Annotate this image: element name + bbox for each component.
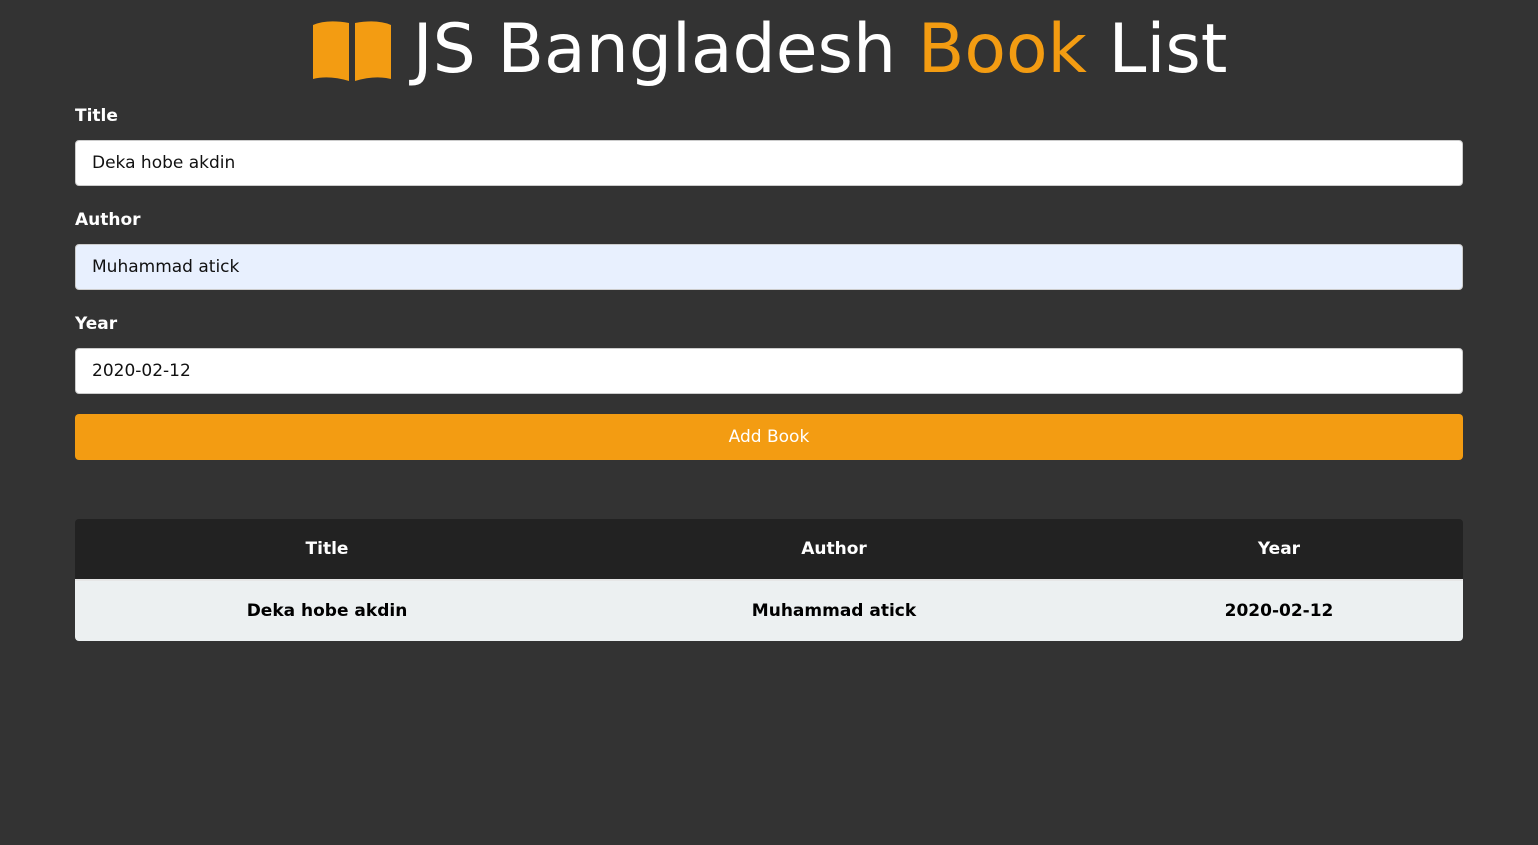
page-title: JS Bangladesh Book List: [413, 8, 1228, 92]
table-header-row: Title Author Year: [75, 519, 1463, 581]
author-input[interactable]: [75, 244, 1463, 290]
title-label: Title: [75, 106, 118, 126]
column-header-title: Title: [75, 519, 579, 581]
cell-year: 2020-02-12: [1089, 580, 1463, 641]
title-input[interactable]: [75, 140, 1463, 186]
table-row: Deka hobe akdin Muhammad atick 2020-02-1…: [75, 580, 1463, 641]
page-header: JS Bangladesh Book List: [0, 8, 1538, 92]
author-label: Author: [75, 210, 141, 230]
open-book-icon: [312, 21, 391, 81]
book-table-container: Title Author Year Deka hobe akdin Muhamm…: [75, 519, 1463, 641]
year-input[interactable]: [75, 348, 1463, 394]
book-table: Title Author Year Deka hobe akdin Muhamm…: [75, 519, 1463, 641]
column-header-author: Author: [579, 519, 1089, 581]
column-header-year: Year: [1089, 519, 1463, 581]
year-label: Year: [75, 314, 118, 334]
cell-title: Deka hobe akdin: [75, 580, 579, 641]
title-part-2: List: [1086, 10, 1228, 89]
cell-author: Muhammad atick: [579, 580, 1089, 641]
title-accent-word: Book: [917, 10, 1087, 89]
book-form: Title Author Year Add Book: [75, 102, 1463, 460]
add-book-button[interactable]: Add Book: [75, 414, 1463, 460]
title-part-1: JS Bangladesh: [412, 10, 918, 89]
